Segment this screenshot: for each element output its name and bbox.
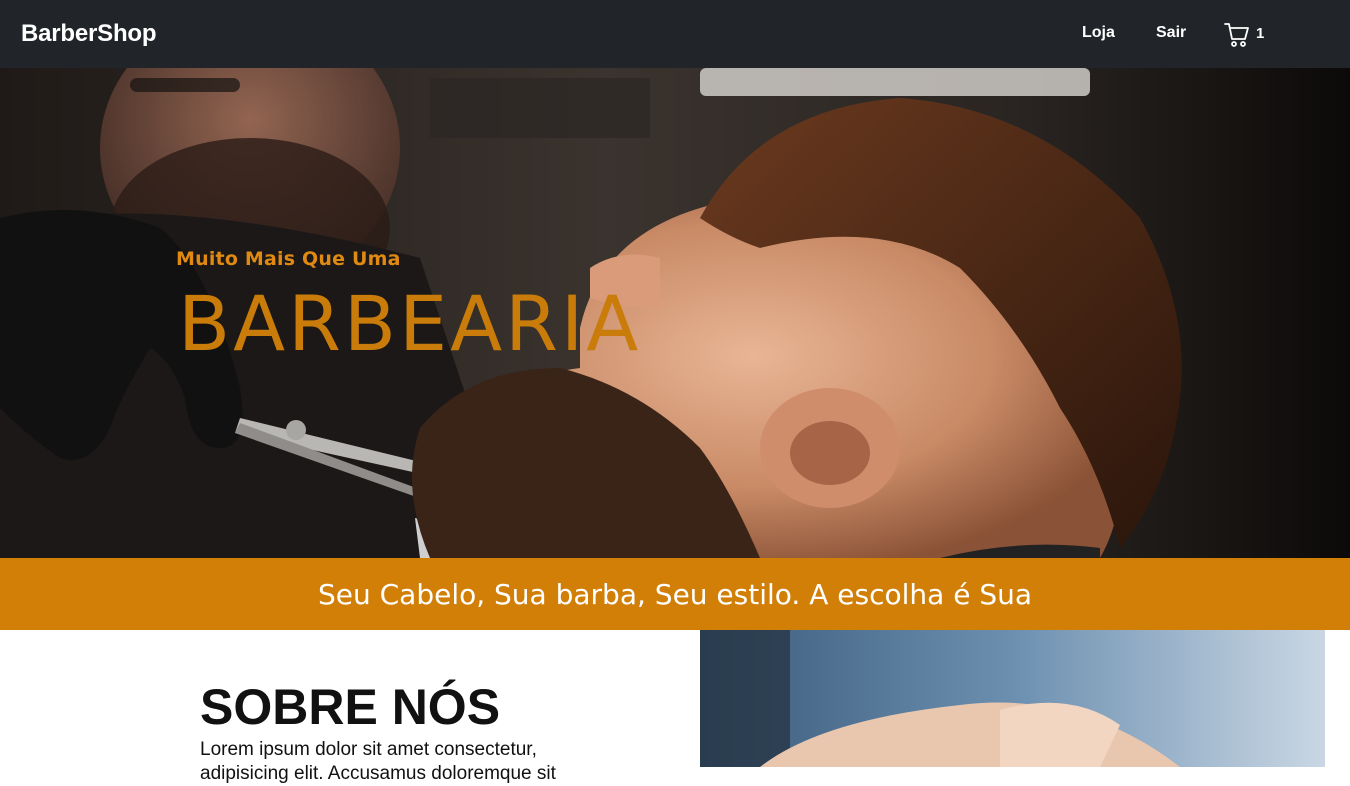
cart-count-badge: 1 [1256,25,1265,42]
hero-title: BARBEARIA [178,279,642,368]
page-edge [1325,630,1350,767]
hero-subtitle: Muito Mais Que Uma [176,248,401,270]
about-text: Lorem ipsum dolor sit amet consectetur, … [200,739,556,784]
hero-banner: Muito Mais Que Uma BARBEARIA [0,68,1350,558]
tagline-band: Seu Cabelo, Sua barba, Seu estilo. A esc… [0,558,1350,630]
cart-icon [1224,22,1250,48]
nav-link-loja[interactable]: Loja [1082,24,1115,42]
nav-link-sair[interactable]: Sair [1156,24,1186,42]
about-title: SOBRE NÓS [200,679,501,735]
cart-button[interactable]: 1 [1224,22,1264,48]
tagline-text: Seu Cabelo, Sua barba, Seu estilo. A esc… [317,577,1033,611]
brand-logo[interactable]: BarberShop [21,20,157,48]
navbar: BarberShop Loja Sair 1 [0,0,1350,68]
about-image [700,630,1325,767]
